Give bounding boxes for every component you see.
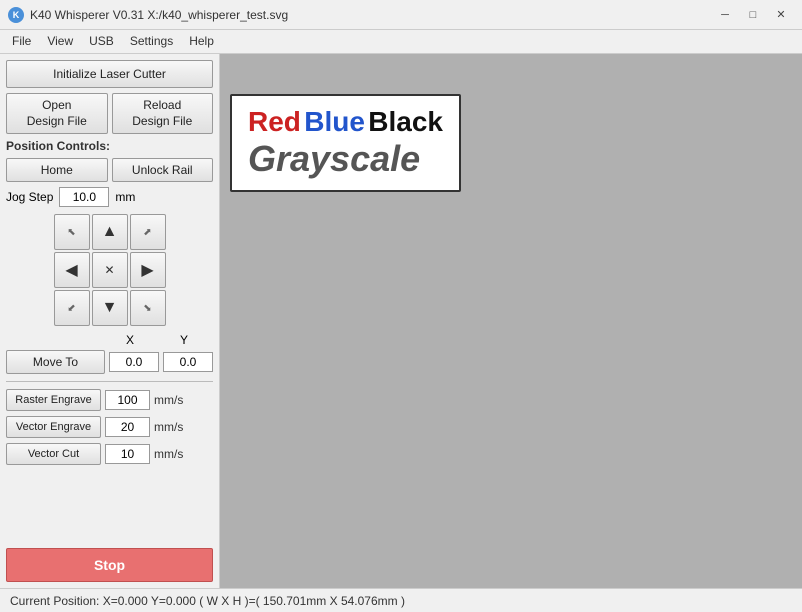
vector-cut-input[interactable] bbox=[105, 444, 150, 464]
home-button[interactable]: Home bbox=[6, 158, 108, 182]
vector-cut-row: Vector Cut mm/s bbox=[6, 443, 213, 465]
menu-view[interactable]: View bbox=[39, 32, 81, 51]
open-reload-row: Open Design File Reload Design File bbox=[6, 93, 213, 134]
title-left: K K40 Whisperer V0.31 X:/k40_whisperer_t… bbox=[8, 7, 288, 23]
menu-bar: File View USB Settings Help bbox=[0, 30, 802, 54]
move-to-section: X Y Move To bbox=[6, 333, 213, 374]
jog-upper-right-button[interactable]: ⬈ bbox=[130, 214, 166, 250]
raster-speed-unit: mm/s bbox=[154, 393, 183, 407]
jog-center-button[interactable]: ✕ bbox=[92, 252, 128, 288]
status-bar: Current Position: X=0.000 Y=0.000 ( W X … bbox=[0, 588, 802, 612]
jog-lower-left-button[interactable]: ⬋ bbox=[54, 290, 90, 326]
jog-down-button[interactable]: ▼ bbox=[92, 290, 128, 326]
move-to-row: Move To bbox=[6, 350, 213, 374]
vector-engrave-button[interactable]: Vector Engrave bbox=[6, 416, 101, 438]
minimize-button[interactable]: ─ bbox=[712, 5, 738, 25]
status-text: Current Position: X=0.000 Y=0.000 ( W X … bbox=[10, 594, 405, 608]
title-bar: K K40 Whisperer V0.31 X:/k40_whisperer_t… bbox=[0, 0, 802, 30]
jog-step-input[interactable] bbox=[59, 187, 109, 207]
raster-engrave-row: Raster Engrave mm/s bbox=[6, 389, 213, 411]
x-label: X bbox=[105, 333, 155, 347]
move-to-button[interactable]: Move To bbox=[6, 350, 105, 374]
y-label: Y bbox=[159, 333, 209, 347]
preview-gray-text: Grayscale bbox=[248, 138, 443, 180]
preview-blue-text: Blue bbox=[304, 106, 365, 137]
preview-black-text: Black bbox=[368, 106, 443, 137]
close-button[interactable]: ✕ bbox=[768, 5, 794, 25]
home-unlock-row: Home Unlock Rail bbox=[6, 158, 213, 182]
unlock-rail-button[interactable]: Unlock Rail bbox=[112, 158, 214, 182]
jog-upper-left-button[interactable]: ⬉ bbox=[54, 214, 90, 250]
vector-engrave-row: Vector Engrave mm/s bbox=[6, 416, 213, 438]
jog-lower-right-button[interactable]: ⬊ bbox=[130, 290, 166, 326]
maximize-button[interactable]: □ bbox=[740, 5, 766, 25]
jog-step-row: Jog Step mm bbox=[6, 187, 213, 207]
vector-speed-unit: mm/s bbox=[154, 420, 183, 434]
initialize-button[interactable]: Initialize Laser Cutter bbox=[6, 60, 213, 88]
jog-step-unit: mm bbox=[115, 190, 135, 204]
canvas-area: Red Blue Black Grayscale bbox=[220, 54, 802, 588]
vector-engrave-input[interactable] bbox=[105, 417, 150, 437]
jog-right-button[interactable]: ▶ bbox=[130, 252, 166, 288]
preview-red-text: Red bbox=[248, 106, 301, 137]
move-y-input[interactable] bbox=[163, 352, 213, 372]
open-design-button[interactable]: Open Design File bbox=[6, 93, 108, 134]
window-title: K40 Whisperer V0.31 X:/k40_whisperer_tes… bbox=[30, 8, 288, 22]
left-panel: Initialize Laser Cutter Open Design File… bbox=[0, 54, 220, 588]
position-controls-label: Position Controls: bbox=[6, 139, 213, 153]
menu-usb[interactable]: USB bbox=[81, 32, 122, 51]
window-controls: ─ □ ✕ bbox=[712, 5, 794, 25]
move-x-input[interactable] bbox=[109, 352, 159, 372]
svg-preview: Red Blue Black Grayscale bbox=[230, 94, 461, 192]
raster-engrave-button[interactable]: Raster Engrave bbox=[6, 389, 101, 411]
main-layout: Initialize Laser Cutter Open Design File… bbox=[0, 54, 802, 588]
xy-labels: X Y bbox=[6, 333, 213, 347]
raster-speed-input[interactable] bbox=[105, 390, 150, 410]
separator bbox=[6, 381, 213, 382]
jog-grid: ⬉ ▲ ⬈ ◀ ✕ ▶ ⬋ ▼ ⬊ bbox=[6, 214, 213, 326]
vector-cut-unit: mm/s bbox=[154, 447, 183, 461]
jog-left-button[interactable]: ◀ bbox=[54, 252, 90, 288]
canvas-panel: Red Blue Black Grayscale bbox=[220, 54, 802, 588]
app-icon: K bbox=[8, 7, 24, 23]
jog-up-button[interactable]: ▲ bbox=[92, 214, 128, 250]
menu-file[interactable]: File bbox=[4, 32, 39, 51]
menu-settings[interactable]: Settings bbox=[122, 32, 181, 51]
stop-button[interactable]: Stop bbox=[6, 548, 213, 582]
jog-step-label: Jog Step bbox=[6, 190, 53, 204]
menu-help[interactable]: Help bbox=[181, 32, 222, 51]
reload-design-button[interactable]: Reload Design File bbox=[112, 93, 214, 134]
vector-cut-button[interactable]: Vector Cut bbox=[6, 443, 101, 465]
